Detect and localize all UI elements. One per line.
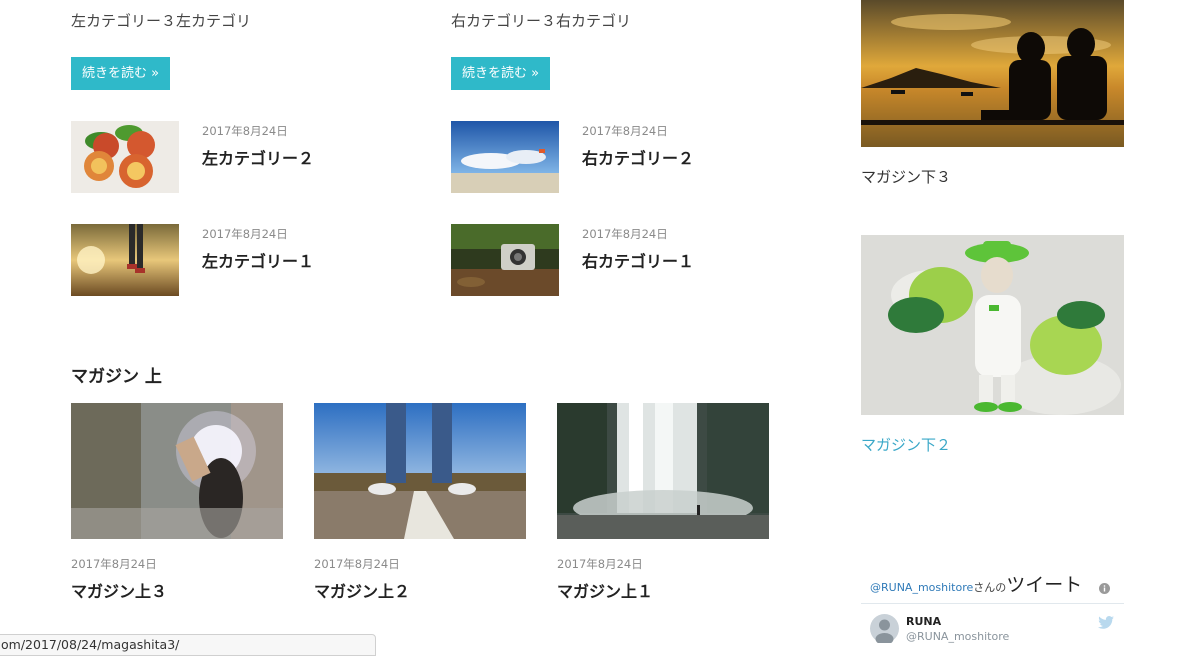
post-date: 2017年8月24日 xyxy=(582,227,668,241)
twitter-bird-icon[interactable] xyxy=(1098,614,1114,633)
post-date: 2017年8月24日 xyxy=(71,557,157,571)
twitter-divider xyxy=(861,603,1124,604)
post-title-link[interactable]: 左カテゴリー１ xyxy=(202,248,314,272)
post-title-link[interactable]: 右カテゴリー２ xyxy=(582,145,694,169)
figurine-flowers-image[interactable] xyxy=(861,235,1124,415)
peach-thumbnail[interactable] xyxy=(71,121,179,193)
magazine-top-heading: マガジン 上 xyxy=(71,367,162,387)
twitter-handle-link[interactable]: @RUNA_moshitore xyxy=(870,581,973,594)
post-date: 2017年8月24日 xyxy=(314,557,400,571)
walking-feet-thumbnail[interactable] xyxy=(71,224,179,296)
post-title-link[interactable]: 右カテゴリー１ xyxy=(582,248,694,272)
camera-thumbnail[interactable] xyxy=(451,224,559,296)
beach-sky-thumbnail[interactable] xyxy=(451,121,559,193)
browser-status-url: om/2017/08/24/magashita3/ xyxy=(0,634,376,656)
post-title-link[interactable]: マガジン上１ xyxy=(557,578,653,602)
left-read-more-button[interactable]: 続きを読む » xyxy=(71,57,171,90)
post-title-link[interactable]: マガジン上３ xyxy=(71,578,167,602)
twitter-user-handle[interactable]: @RUNA_moshitore xyxy=(906,630,1009,643)
post-date: 2017年8月24日 xyxy=(202,227,288,241)
post-date: 2017年8月24日 xyxy=(557,557,643,571)
twitter-tweet-label: ツイート xyxy=(1006,574,1083,596)
twitter-widget-header: @RUNA_moshitoreさんのツイート xyxy=(870,570,1082,597)
twitter-user-name[interactable]: RUNA xyxy=(906,615,941,628)
info-icon[interactable] xyxy=(1099,579,1110,598)
twitter-san-no: さんの xyxy=(973,581,1007,594)
sidebar-caption-2[interactable]: マガジン下２ xyxy=(861,434,951,455)
photographer-thumbnail[interactable] xyxy=(71,403,283,539)
sidebar-caption-1[interactable]: マガジン下３ xyxy=(861,166,951,187)
sunset-couple-image[interactable] xyxy=(861,0,1124,147)
right-excerpt: 右カテゴリー３右カテゴリ xyxy=(451,12,632,30)
avatar-icon[interactable] xyxy=(870,614,899,645)
road-legs-thumbnail[interactable] xyxy=(314,403,526,539)
post-title-link[interactable]: 左カテゴリー２ xyxy=(202,145,314,169)
left-excerpt: 左カテゴリー３左カテゴリ xyxy=(71,12,252,30)
waterfall-thumbnail[interactable] xyxy=(557,403,769,539)
post-date: 2017年8月24日 xyxy=(202,124,288,138)
post-title-link[interactable]: マガジン上２ xyxy=(314,578,410,602)
right-read-more-button[interactable]: 続きを読む » xyxy=(451,57,551,90)
post-date: 2017年8月24日 xyxy=(582,124,668,138)
